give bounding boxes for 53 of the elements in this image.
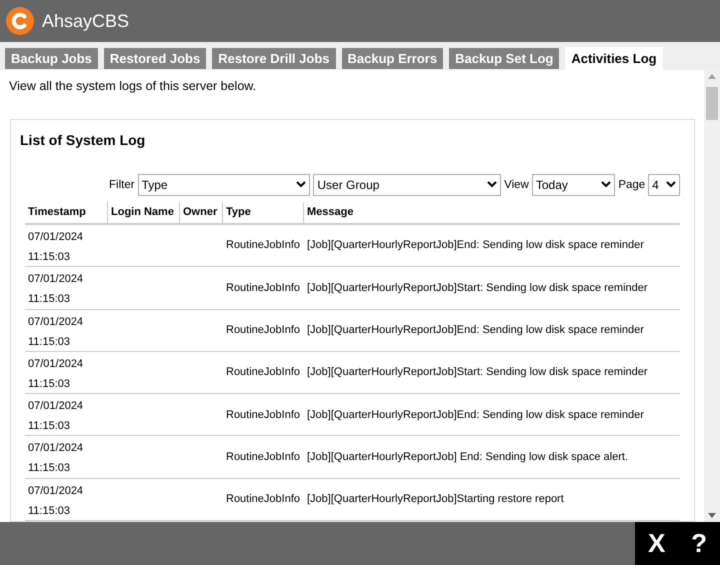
caret-icon [666, 181, 676, 188]
tab[interactable]: Activities Log [565, 47, 663, 70]
tab[interactable]: Backup Jobs [5, 48, 98, 69]
timestamp-cell-text: 07/01/2024 11:15:03 [28, 484, 84, 519]
message-cell-text: [Job][QuarterHourlyReportJob] End: Sending low disk space alert. [307, 450, 628, 465]
tab[interactable]: Restored Jobs [104, 48, 206, 69]
type-cell-text: RoutineJobInfo [226, 492, 300, 508]
app-title: AhsayCBS [42, 10, 130, 33]
message-cell-text: [Job][QuarterHourlyReportJob]End: Sending low disk space reminder [307, 238, 644, 254]
caret-icon [487, 181, 498, 188]
type-cell-text: RoutineJobInfo [226, 238, 300, 254]
timestamp-cell-text: 07/01/2024 11:15:03 [28, 230, 84, 265]
tab[interactable]: Backup Set Log [449, 48, 560, 69]
filter-label: Page [618, 178, 646, 193]
message-cell-text: [Job][QuarterHourlyReportJob]Start: Sending low disk space reminder [307, 280, 648, 296]
filter-label: View [504, 178, 529, 193]
timestamp-cell-text: 07/01/2024 11:15:03 [28, 272, 84, 308]
intro-text: View all the system logs of this server below. [8, 78, 258, 95]
scroll-up-icon[interactable] [708, 74, 716, 79]
column-header: Message [303, 202, 680, 223]
caret-icon [296, 181, 306, 188]
scroll-thumb[interactable] [706, 87, 718, 120]
tab[interactable]: Restore Drill Jobs [212, 48, 336, 69]
type-cell-text: RoutineJobInfo [226, 280, 300, 296]
help-button[interactable]: ? [691, 524, 708, 563]
panel-title: List of System Log [20, 130, 146, 150]
type-cell-text: RoutineJobInfo [226, 450, 300, 465]
type-cell-text: RoutineJobInfo [226, 365, 300, 380]
type-cell-text: RoutineJobInfo [226, 322, 300, 338]
message-cell-text: [Job][QuarterHourlyReportJob]End: Sending low disk space reminder [307, 408, 644, 422]
timestamp-cell-text: 07/01/2024 11:15:03 [28, 441, 84, 476]
select-field[interactable]: Today [532, 174, 616, 196]
timestamp-cell-text: 07/01/2024 11:15:03 [28, 356, 84, 392]
type-cell-text: RoutineJobInfo [226, 408, 300, 422]
select-field[interactable]: Type [138, 174, 310, 196]
filter-label: Filter [109, 178, 135, 193]
logo-icon [6, 7, 34, 35]
message-cell-text: [Job][QuarterHourlyReportJob]Starting restore report [307, 492, 564, 508]
column-header: Timestamp [27, 205, 87, 220]
close-button[interactable]: X [648, 524, 666, 563]
column-header: Owner [179, 202, 222, 223]
caret-icon [601, 181, 612, 188]
scrollbar[interactable] [704, 70, 720, 522]
scroll-down-icon[interactable] [708, 513, 716, 518]
message-cell-text: [Job][QuarterHourlyReportJob]Start: Sending low disk space reminder [307, 365, 648, 380]
select-field[interactable]: User Group [313, 174, 502, 196]
select-field[interactable]: 4 [648, 174, 680, 196]
timestamp-cell-text: 07/01/2024 11:15:03 [28, 314, 84, 350]
message-cell-text: [Job][QuarterHourlyReportJob]End: Sending low disk space reminder [307, 322, 644, 338]
timestamp-cell-text: 07/01/2024 11:15:03 [28, 399, 84, 434]
column-header: Login Name [107, 202, 179, 223]
column-header: Type [222, 202, 303, 223]
tab[interactable]: Backup Errors [342, 48, 444, 69]
